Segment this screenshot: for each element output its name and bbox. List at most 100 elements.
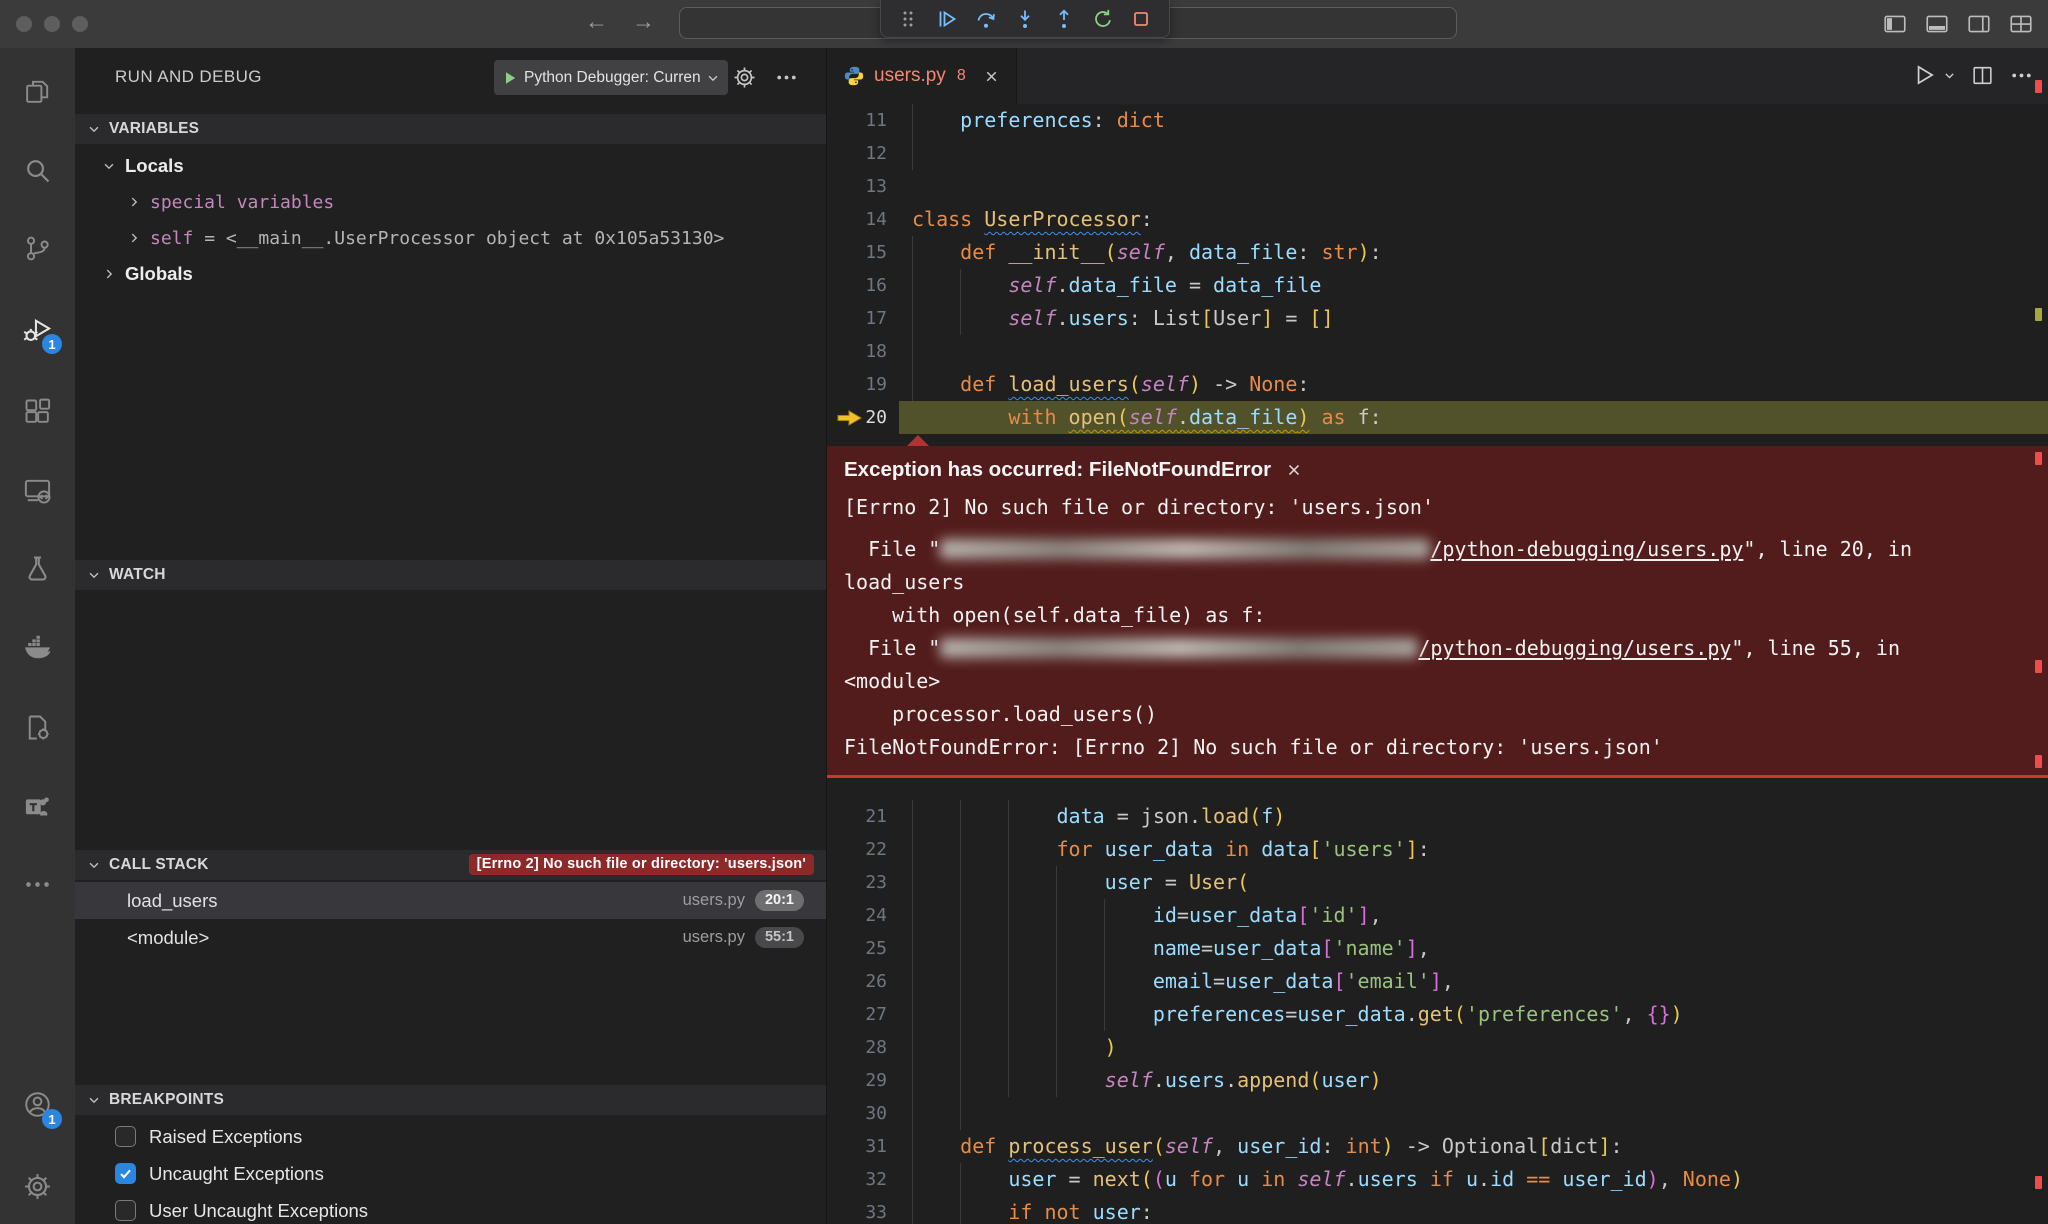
code-token: ) — [1189, 372, 1201, 396]
breakpoints-section-header[interactable]: BREAKPOINTS — [75, 1085, 826, 1115]
debug-stop-button[interactable] — [1126, 4, 1156, 34]
code-token — [912, 1167, 1008, 1191]
debug-continue-button[interactable] — [932, 4, 962, 34]
chevron-down-icon — [706, 71, 720, 85]
code-token — [912, 969, 1153, 993]
variables-scope-globals[interactable]: Globals — [75, 256, 826, 292]
toggle-secondary-sidebar-icon[interactable] — [1966, 11, 1992, 37]
trace-text: FileNotFoundError: [Errno 2] No such fil… — [844, 735, 1663, 759]
code-token: . — [1057, 306, 1069, 330]
debug-toolbar-drag-handle[interactable] — [893, 4, 923, 34]
activity-explorer-icon[interactable] — [0, 56, 75, 126]
code-token: data_file — [1189, 405, 1297, 429]
activity-extensions-icon[interactable] — [0, 376, 75, 446]
stack-trace-file-link[interactable]: /python-debugging/users.py — [1418, 636, 1731, 660]
call-stack-section-label: CALL STACK — [109, 856, 209, 874]
code-line-22[interactable]: 22 for user_data in data['users']: — [827, 833, 2048, 866]
code-line-31[interactable]: 31 def process_user(self, user_id: int) … — [827, 1130, 2048, 1163]
trace-text: File " — [844, 537, 940, 561]
code-line-13[interactable]: 13 — [827, 170, 2048, 203]
code-line-28[interactable]: 28 ) — [827, 1031, 2048, 1064]
go-back-icon[interactable]: ← — [585, 8, 608, 35]
code-line-27[interactable]: 27 preferences=user_data.get('preference… — [827, 998, 2048, 1031]
activity-bar: 11 — [0, 48, 75, 1224]
activity-accounts-icon[interactable]: 1 — [0, 1069, 75, 1139]
code-line-11[interactable]: 11 preferences: dict — [827, 104, 2048, 137]
breakpoint-checkbox[interactable] — [115, 1126, 136, 1147]
code-token: for — [1177, 1167, 1237, 1191]
variables-scope-locals[interactable]: Locals — [75, 148, 826, 184]
activity-remote-explorer-icon[interactable] — [0, 455, 75, 525]
toggle-primary-sidebar-icon[interactable] — [1882, 11, 1908, 37]
variable-row-self[interactable]: self = <__main__.UserProcessor object at… — [75, 220, 826, 256]
split-editor-icon[interactable] — [1970, 63, 1995, 88]
line-number: 16 — [827, 269, 887, 302]
variables-section-header[interactable]: VARIABLES — [75, 114, 826, 144]
code-line-19[interactable]: 19 def load_users(self) -> None: — [827, 368, 2048, 401]
toggle-panel-icon[interactable] — [1924, 11, 1950, 37]
call-stack-frame-module[interactable]: <module>users.py55:1 — [75, 919, 826, 956]
breakpoint-checkbox[interactable] — [115, 1163, 136, 1184]
close-window-button[interactable] — [16, 16, 32, 32]
watch-section-header[interactable]: WATCH — [75, 560, 826, 590]
activity-testing-icon[interactable] — [0, 533, 75, 603]
activity-source-control-icon[interactable] — [0, 213, 75, 283]
code-line-15[interactable]: 15 def __init__(self, data_file: str): — [827, 236, 2048, 269]
code-line-12[interactable]: 12 — [827, 137, 2048, 170]
code-line-16[interactable]: 16 self.data_file = data_file — [827, 269, 2048, 302]
debug-step-into-button[interactable] — [1010, 4, 1040, 34]
activity-more-icon[interactable] — [0, 849, 75, 919]
code-line-32[interactable]: 32 user = next((u for u in self.users if… — [827, 1163, 2048, 1196]
activity-ms-teams-icon[interactable] — [0, 771, 75, 841]
debug-config-label: Python Debugger: Current File — [524, 69, 700, 87]
code-line-29[interactable]: 29 self.users.append(user) — [827, 1064, 2048, 1097]
breakpoint-checkbox[interactable] — [115, 1200, 136, 1221]
code-line-20[interactable]: 20 with open(self.data_file) as f: — [827, 401, 2048, 434]
variable-row-special-variables[interactable]: special variables — [75, 184, 826, 220]
run-options-chevron-icon[interactable] — [1943, 69, 1956, 82]
editor-more-actions-icon[interactable] — [2009, 63, 2034, 88]
start-debugging-icon[interactable] — [502, 70, 518, 86]
customize-layout-icon[interactable] — [2008, 11, 2034, 37]
code-line-30[interactable]: 30 — [827, 1097, 2048, 1130]
activity-settings-icon[interactable] — [0, 1151, 75, 1221]
close-exception-icon[interactable] — [1285, 461, 1303, 479]
code-line-17[interactable]: 17 self.users: List[User] = [] — [827, 302, 2048, 335]
code-line-23[interactable]: 23 user = User( — [827, 866, 2048, 899]
code-token — [912, 1035, 1105, 1059]
code-line-33[interactable]: 33 if not user: — [827, 1196, 2048, 1224]
line-number: 25 — [827, 932, 887, 965]
go-forward-icon[interactable]: → — [632, 8, 655, 35]
stack-trace-file-link[interactable]: /python-debugging/users.py — [1430, 537, 1743, 561]
code-token: : — [1297, 240, 1321, 264]
code-line-21[interactable]: 21 data = json.load(f) — [827, 800, 2048, 833]
run-python-file-icon[interactable] — [1911, 62, 1937, 88]
activity-run-and-debug-icon[interactable]: 1 — [0, 294, 75, 364]
code-token: dict — [1117, 108, 1165, 132]
debug-step-out-button[interactable] — [1049, 4, 1079, 34]
activity-cmake-tools-icon[interactable] — [0, 692, 75, 762]
debug-restart-button[interactable] — [1088, 4, 1118, 34]
code-line-24[interactable]: 24 id=user_data['id'], — [827, 899, 2048, 932]
debug-settings-gear-icon[interactable] — [732, 65, 758, 91]
code-text: data = json.load(f) — [912, 800, 1285, 833]
code-line-26[interactable]: 26 email=user_data['email'], — [827, 965, 2048, 998]
close-tab-icon[interactable] — [983, 68, 1000, 85]
call-stack-frame-load-users[interactable]: load_usersusers.py20:1 — [75, 882, 826, 919]
sidebar-more-actions-icon[interactable] — [774, 65, 800, 91]
zoom-window-button[interactable] — [72, 16, 88, 32]
sidebar-header: RUN AND DEBUG Python Debugger: Current F… — [75, 48, 826, 106]
code-token — [912, 1134, 960, 1158]
activity-search-icon[interactable] — [0, 135, 75, 205]
code-token: ( — [1129, 372, 1141, 396]
code-line-18[interactable]: 18 — [827, 335, 2048, 368]
debug-config-dropdown[interactable]: Python Debugger: Current File — [494, 60, 728, 95]
code-line-25[interactable]: 25 name=user_data['name'], — [827, 932, 2048, 965]
code-line-14[interactable]: 14class UserProcessor: — [827, 203, 2048, 236]
call-stack-section-header[interactable]: CALL STACK [Errno 2] No such file or dir… — [75, 850, 826, 880]
minimize-window-button[interactable] — [44, 16, 60, 32]
code-token: = — [1105, 804, 1141, 828]
tab-users-py[interactable]: users.py 8 — [827, 48, 1017, 104]
debug-step-over-button[interactable] — [971, 4, 1001, 34]
activity-docker-icon[interactable] — [0, 611, 75, 681]
